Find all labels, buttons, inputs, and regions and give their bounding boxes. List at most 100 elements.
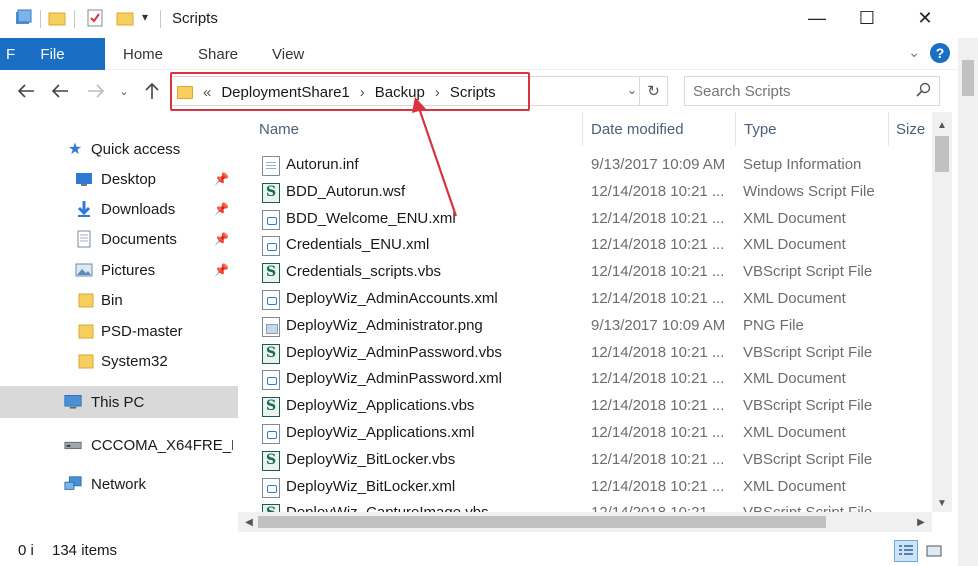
file-row[interactable]: DeployWiz_AdminPassword.vbs 12/14/2018 10… [238,340,932,367]
pin-icon[interactable]: 📌 [214,172,229,186]
file-name: BDD_Autorun.wsf [286,182,406,200]
large-icons-view-button[interactable] [922,540,946,562]
horizontal-scrollbar[interactable]: ◀ ▶ [238,512,932,532]
nav-label: Desktop [101,170,157,188]
navigation-pane: ★ Quick access Desktop 📌 Downloads 📌 Doc… [0,112,238,540]
file-row[interactable]: DeployWiz_AdminAccounts.xml 12/14/2018 10… [238,286,932,313]
file-row[interactable]: DeployWiz_Administrator.png 9/13/2017 10:… [238,313,932,340]
file-tab-edge[interactable]: F [0,38,34,70]
search-icon[interactable] [916,82,931,101]
properties-icon[interactable] [86,9,104,27]
details-view-icon [899,545,913,555]
minimize-button[interactable]: — [792,0,842,36]
file-row[interactable]: Autorun.inf 9/13/2017 10:09 AM Setup Infor… [238,152,932,179]
file-row[interactable]: Credentials_ENU.xml 12/14/2018 10:21 ... X… [238,232,932,259]
nav-pictures[interactable]: Pictures 📌 [0,255,238,285]
forward-arrow-icon [88,84,105,98]
scroll-right-icon[interactable]: ▶ [912,512,930,532]
forward-button[interactable] [48,78,72,104]
refresh-button[interactable]: ↻ [639,77,667,105]
nav-downloads[interactable]: Downloads 📌 [0,194,238,224]
column-header-type[interactable]: Type [744,112,777,146]
nav-quick-access[interactable]: ★ Quick access [0,134,238,164]
nav-system32[interactable]: System32 [0,346,238,376]
column-divider[interactable] [888,112,889,146]
scroll-up-icon[interactable]: ▲ [932,116,952,134]
vertical-scrollbar[interactable]: ▲ ▼ [932,112,952,512]
back-button[interactable] [14,78,38,104]
address-dropdown-icon[interactable]: ⌄ [627,83,637,97]
nav-this-pc[interactable]: This PC [0,386,238,418]
scroll-thumb[interactable] [962,60,974,96]
back-arrow-icon [17,84,34,98]
drive-icon [64,436,82,454]
maximize-button[interactable]: ☐ [842,0,892,36]
file-row[interactable]: DeployWiz_Applications.xml 12/14/2018 10:… [238,420,932,447]
status-item-count: 134 items [52,542,118,559]
scroll-down-icon[interactable]: ▼ [932,494,952,512]
customize-quick-access-icon[interactable]: ▾ [142,10,148,24]
back-arrow-icon [51,84,68,98]
tab-home[interactable]: Home [123,38,163,70]
ribbon: File F Home Share View ⌄ ? [0,38,978,70]
nav-drive[interactable]: CCCOMA_X64FRE_EN [0,430,238,460]
search-box[interactable] [684,76,940,106]
large-icons-view-icon [926,545,942,557]
help-button[interactable]: ? [930,43,950,63]
status-selected: 0 i [18,542,34,559]
file-type: XML Document [743,290,846,307]
column-divider[interactable] [735,112,736,146]
file-name: DeployWiz_Applications.xml [286,424,475,441]
pin-icon[interactable]: 📌 [214,263,229,277]
nav-network[interactable]: Network [0,469,238,499]
tab-view[interactable]: View [272,38,304,70]
nav-documents[interactable]: Documents 📌 [0,224,238,254]
tab-share[interactable]: Share [198,38,238,70]
scroll-thumb[interactable] [258,516,826,528]
column-divider[interactable] [582,112,583,146]
desktop-icon [75,170,93,188]
folder-icon[interactable] [48,9,66,27]
xml-file-icon [262,209,280,230]
scroll-left-icon[interactable]: ◀ [240,512,258,532]
forward-disabled-button[interactable] [84,78,108,104]
new-folder-icon[interactable] [116,9,134,27]
pictures-icon [75,261,93,279]
file-type: XML Document [743,477,846,495]
nav-bin[interactable]: Bin [0,285,238,315]
column-header-name[interactable]: Name [259,112,299,146]
file-row[interactable]: DeployWiz_CaptureImage.vbs 12/14/2018 10:… [238,500,932,512]
pin-icon[interactable]: 📌 [214,202,229,216]
file-type: VBScript Script File [743,450,873,468]
file-row[interactable]: DeployWiz_Applications.vbs 12/14/2018 10:… [238,393,932,420]
outer-scrollbar[interactable] [958,38,978,566]
search-input[interactable] [693,81,893,101]
folder-icon [77,352,95,370]
scroll-thumb[interactable] [935,136,949,172]
pin-icon[interactable]: 📌 [214,232,229,246]
nav-desktop[interactable]: Desktop 📌 [0,164,238,194]
file-date: 12/14/2018 10:21 ... [591,397,725,415]
file-type: VBScript Script File [743,504,872,512]
close-button[interactable]: ✕ [900,0,950,36]
expand-ribbon-icon[interactable]: ⌄ [908,44,920,61]
network-icon [64,475,82,493]
xml-file-icon [262,477,280,498]
file-row[interactable]: DeployWiz_BitLocker.xml 12/14/2018 10:21 … [238,474,932,501]
downloads-icon [75,200,93,218]
file-row[interactable]: DeployWiz_AdminPassword.xml 12/14/2018 10… [238,366,932,393]
recent-locations-button[interactable]: ⌄ [116,78,132,104]
nav-psd-master[interactable]: PSD-master [0,316,238,346]
file-row[interactable]: Credentials_scripts.vbs 12/14/2018 10:21 … [238,259,932,286]
column-header-size[interactable]: Size [896,112,925,146]
details-view-button[interactable] [894,540,918,562]
file-row[interactable]: BDD_Welcome_ENU.xml 12/14/2018 10:21 ... X… [238,206,932,233]
image-file-icon [262,316,280,337]
file-row[interactable]: BDD_Autorun.wsf 12/14/2018 10:21 ... Windo… [238,179,932,206]
column-header-date[interactable]: Date modified [591,112,684,146]
divider [40,10,41,28]
nav-label: Documents [101,230,177,248]
window-title: Scripts [172,10,218,27]
up-button[interactable] [140,78,164,104]
file-row[interactable]: DeployWiz_BitLocker.vbs 12/14/2018 10:21 … [238,447,932,474]
